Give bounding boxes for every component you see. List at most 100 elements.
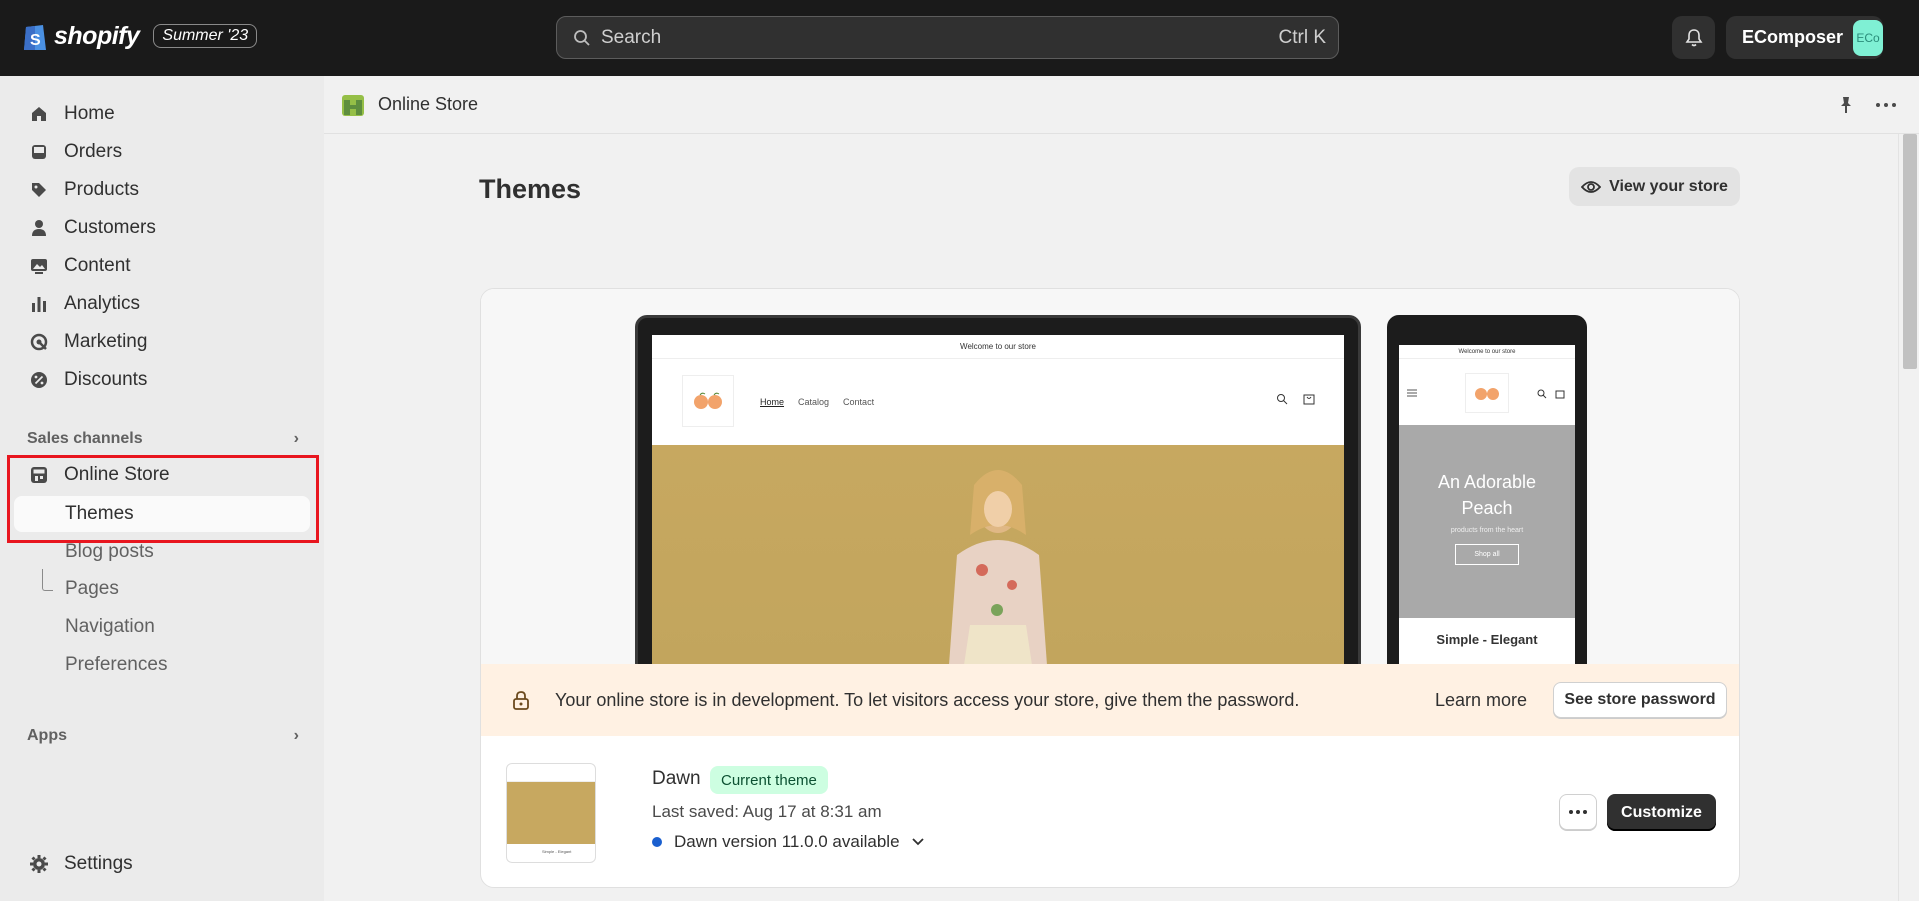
current-theme-badge: Current theme bbox=[710, 766, 828, 794]
eye-icon bbox=[1581, 180, 1602, 193]
sub-header: Online Store bbox=[324, 76, 1919, 134]
banner-text: Your online store is in development. To … bbox=[555, 689, 1300, 710]
theme-card: Welcome to our store Home Catalog Contac… bbox=[480, 288, 1740, 888]
desktop-screen: Welcome to our store Home Catalog Contac… bbox=[652, 335, 1344, 664]
inbox-icon bbox=[28, 141, 50, 163]
sidebar-item-themes[interactable]: Themes bbox=[14, 496, 310, 532]
sidebar-item-label: Settings bbox=[64, 853, 133, 874]
site-nav-catalog: Catalog bbox=[798, 397, 830, 407]
chevron-right-icon: › bbox=[293, 727, 299, 744]
mobile-hero-button: Shop all bbox=[1455, 544, 1519, 565]
learn-more-link[interactable]: Learn more bbox=[1435, 690, 1527, 711]
top-bar: S shopify Summer '23 Ctrl K EComposer EC… bbox=[0, 0, 1919, 76]
avatar: ECo bbox=[1853, 19, 1883, 56]
sidebar-item-label: Customers bbox=[64, 217, 156, 238]
mobile-screen: Welcome to our store An Adorable Peach p… bbox=[1399, 345, 1575, 664]
sidebar-item-customers[interactable]: Customers bbox=[14, 210, 310, 246]
theme-thumbnail[interactable]: Simple - Elegant bbox=[506, 763, 596, 863]
sidebar-item-blog-posts[interactable]: Blog posts bbox=[14, 534, 310, 570]
page-title: Themes bbox=[479, 174, 582, 204]
search-input[interactable] bbox=[601, 26, 1279, 49]
sidebar-item-content[interactable]: Content bbox=[14, 248, 310, 284]
search-bar[interactable]: Ctrl K bbox=[556, 16, 1339, 59]
main-content: Online Store Themes View your store Welc… bbox=[324, 76, 1919, 901]
sidebar-item-label: Orders bbox=[64, 141, 123, 162]
apps-label: Apps bbox=[27, 727, 67, 744]
sidebar-item-home[interactable]: Home bbox=[14, 96, 310, 132]
sidebar-item-analytics[interactable]: Analytics bbox=[14, 286, 310, 322]
sidebar-item-label: Analytics bbox=[64, 293, 141, 314]
apps-header[interactable]: Apps › bbox=[27, 727, 299, 745]
search-shortcut: Ctrl K bbox=[1278, 26, 1327, 48]
sidebar-item-label: Navigation bbox=[65, 616, 155, 637]
more-options-icon bbox=[1569, 810, 1587, 814]
mobile-peach-logo bbox=[1465, 373, 1509, 413]
mobile-search-icon bbox=[1537, 389, 1547, 399]
sidebar-item-label: Online Store bbox=[64, 464, 170, 485]
breadcrumb[interactable]: Online Store bbox=[378, 94, 478, 115]
sidebar-item-online-store[interactable]: Online Store bbox=[14, 457, 310, 493]
last-saved-text: Last saved: Aug 17 at 8:31 am bbox=[652, 802, 882, 821]
mobile-preview: Welcome to our store An Adorable Peach p… bbox=[1387, 315, 1587, 664]
lock-icon bbox=[513, 691, 529, 710]
sidebar-item-products[interactable]: Products bbox=[14, 172, 310, 208]
see-store-password-button[interactable]: See store password bbox=[1553, 682, 1727, 718]
sidebar-item-label: Blog posts bbox=[65, 541, 154, 562]
image-icon bbox=[28, 255, 50, 277]
announcement-bar: Welcome to our store bbox=[652, 335, 1344, 359]
svg-text:S: S bbox=[30, 32, 41, 49]
sidebar-item-pages[interactable]: Pages bbox=[14, 571, 310, 607]
site-nav: Home Catalog Contact bbox=[760, 397, 874, 407]
mobile-hero-title: An Adorable Peach bbox=[1437, 472, 1537, 518]
version-notice[interactable]: Dawn version 11.0.0 available bbox=[652, 832, 924, 852]
chevron-down-icon bbox=[911, 838, 924, 846]
shopify-logo[interactable]: S shopify Summer '23 bbox=[22, 20, 258, 52]
sidebar-item-discounts[interactable]: Discounts bbox=[14, 362, 310, 398]
site-header: Home Catalog Contact bbox=[652, 359, 1344, 445]
bar-chart-icon bbox=[28, 293, 50, 315]
sidebar-item-orders[interactable]: Orders bbox=[14, 134, 310, 170]
theme-actions-button[interactable] bbox=[1559, 794, 1597, 830]
account-menu[interactable]: EComposer ECo bbox=[1726, 16, 1883, 59]
account-name: EComposer bbox=[1742, 27, 1844, 47]
sales-channels-header[interactable]: Sales channels › bbox=[27, 430, 299, 448]
bell-icon bbox=[1685, 28, 1702, 46]
mobile-hero-subtitle: products from the heart bbox=[1450, 527, 1524, 534]
target-icon bbox=[28, 331, 50, 353]
view-store-label: View your store bbox=[1609, 177, 1728, 195]
notifications-button[interactable] bbox=[1672, 16, 1715, 59]
pin-icon[interactable] bbox=[1836, 95, 1856, 115]
view-store-button[interactable]: View your store bbox=[1569, 167, 1740, 206]
mobile-hero: An Adorable Peach products from the hear… bbox=[1399, 425, 1575, 618]
sidebar-item-marketing[interactable]: Marketing bbox=[14, 324, 310, 360]
hero-image bbox=[652, 445, 1344, 664]
mobile-announcement-bar: Welcome to our store bbox=[1399, 345, 1575, 359]
sidebar-item-label: Home bbox=[64, 103, 115, 124]
menu-icon bbox=[1407, 389, 1417, 397]
theme-preview[interactable]: Welcome to our store Home Catalog Contac… bbox=[481, 289, 1739, 664]
sidebar-item-navigation[interactable]: Navigation bbox=[14, 609, 310, 645]
edition-badge: Summer '23 bbox=[153, 24, 258, 48]
sidebar-item-label: Preferences bbox=[65, 654, 168, 675]
sidebar-item-label: Themes bbox=[65, 503, 134, 524]
site-search-icon bbox=[1277, 394, 1288, 405]
sidebar-item-label: Products bbox=[64, 179, 139, 200]
sidebar-item-label: Discounts bbox=[64, 369, 148, 390]
update-dot-icon bbox=[652, 837, 662, 847]
current-theme-row: Simple - Elegant Dawn Current theme Last… bbox=[481, 736, 1739, 887]
sidebar-item-label: Marketing bbox=[64, 331, 148, 352]
scrollbar[interactable] bbox=[1898, 134, 1919, 901]
scroll-thumb[interactable] bbox=[1903, 134, 1917, 369]
discount-icon bbox=[28, 369, 50, 391]
shopify-bag-icon: S bbox=[24, 25, 46, 50]
customize-button[interactable]: Customize bbox=[1607, 794, 1716, 831]
sidebar-item-settings[interactable]: Settings bbox=[14, 846, 310, 882]
desktop-preview: Welcome to our store Home Catalog Contac… bbox=[635, 315, 1361, 664]
more-options-icon[interactable] bbox=[1874, 95, 1898, 115]
sidebar-item-label: Content bbox=[64, 255, 131, 276]
sidebar-item-preferences[interactable]: Preferences bbox=[14, 647, 310, 683]
tag-icon bbox=[28, 179, 50, 201]
gear-icon bbox=[28, 853, 50, 875]
version-notice-text: Dawn version 11.0.0 available bbox=[674, 832, 900, 851]
site-cart-icon bbox=[1303, 394, 1315, 405]
